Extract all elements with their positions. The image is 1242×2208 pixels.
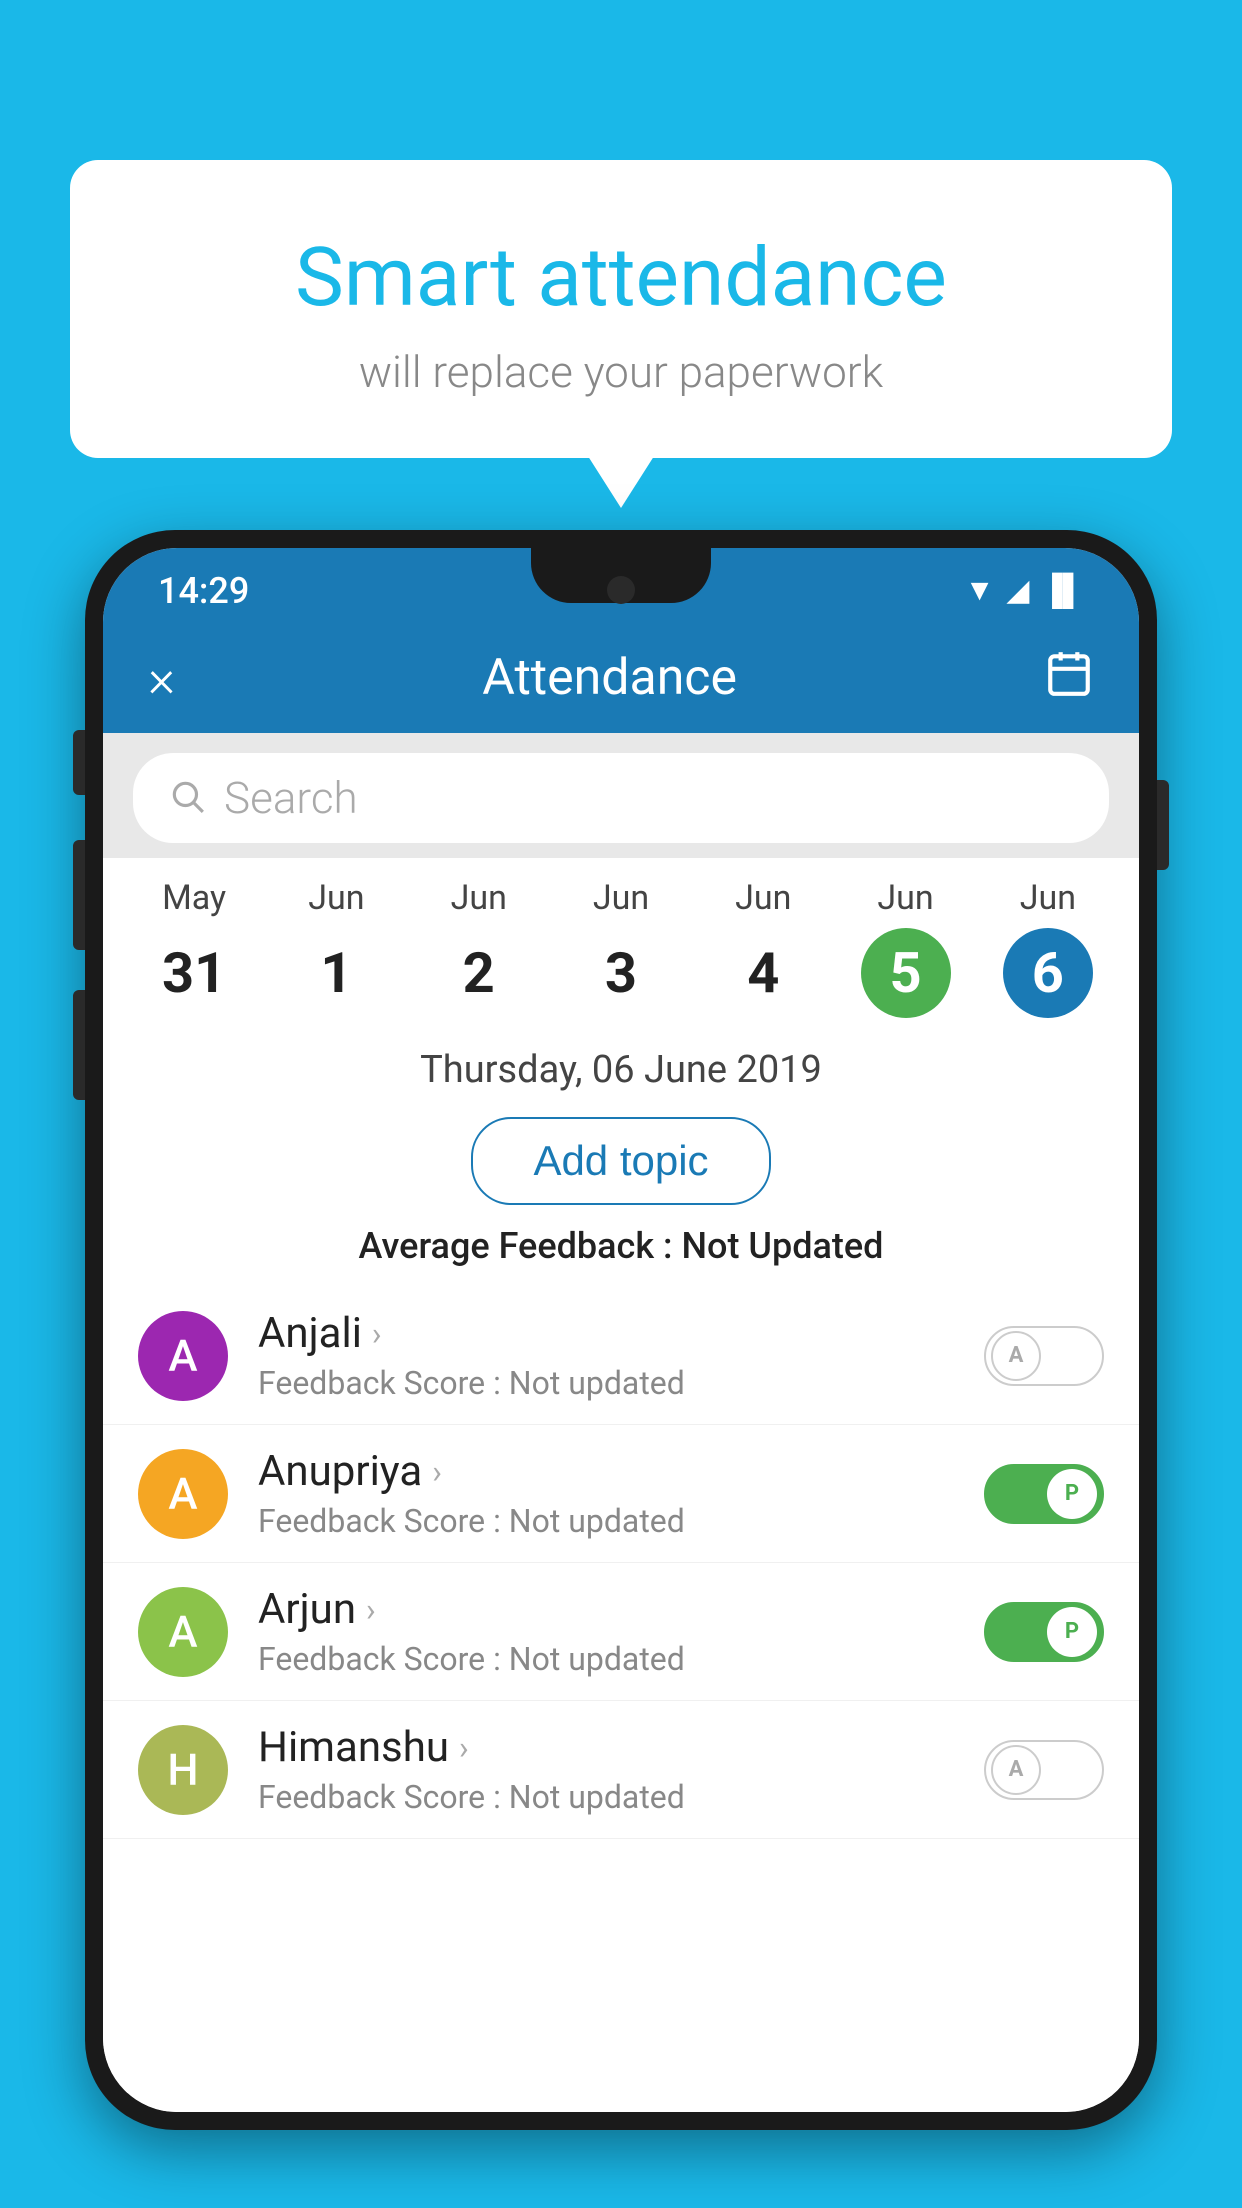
- search-placeholder: Search: [224, 772, 358, 824]
- avg-feedback-value: Not Updated: [682, 1225, 884, 1267]
- student-name: Anupriya ›: [258, 1447, 954, 1496]
- cal-date-label: 6: [1003, 928, 1093, 1018]
- student-info: Anupriya › Feedback Score : Not updated: [258, 1447, 954, 1540]
- cal-month-label: Jun: [877, 878, 933, 918]
- toggle-knob: P: [1047, 1469, 1097, 1519]
- phone-container: 14:29 ▼ ◢ ▐▌ × Attendance: [85, 530, 1157, 2208]
- student-name: Arjun ›: [258, 1585, 954, 1634]
- add-topic-container: Add topic: [103, 1102, 1139, 1225]
- toggle-switch[interactable]: A: [984, 1326, 1104, 1386]
- battery-icon: ▐▌: [1041, 573, 1084, 608]
- student-info: Anjali › Feedback Score : Not updated: [258, 1309, 954, 1402]
- phone-camera: [607, 576, 635, 604]
- header-title: Attendance: [482, 649, 737, 707]
- chevron-icon: ›: [432, 1453, 442, 1491]
- cal-date-label: 3: [576, 928, 666, 1018]
- toggle-switch[interactable]: P: [984, 1464, 1104, 1524]
- cal-month-label: Jun: [1020, 878, 1076, 918]
- attendance-toggle[interactable]: A: [984, 1740, 1104, 1800]
- search-bar[interactable]: Search: [133, 753, 1109, 843]
- toggle-knob: P: [1047, 1607, 1097, 1657]
- cal-month-label: May: [162, 878, 226, 918]
- student-info: Arjun › Feedback Score : Not updated: [258, 1585, 954, 1678]
- feedback-score: Feedback Score : Not updated: [258, 1778, 954, 1816]
- calendar-day[interactable]: Jun 4: [692, 878, 834, 1018]
- selected-date: Thursday, 06 June 2019: [103, 1028, 1139, 1102]
- status-time: 14:29: [158, 570, 249, 612]
- student-avatar: H: [138, 1725, 228, 1815]
- calendar-strip: May 31 Jun 1 Jun 2 Jun 3 Jun 4 Jun 5 Jun 6: [103, 858, 1139, 1028]
- cal-date-label: 2: [434, 928, 524, 1018]
- calendar-day[interactable]: Jun 6: [977, 878, 1119, 1018]
- average-feedback: Average Feedback : Not Updated: [103, 1225, 1139, 1287]
- calendar-icon[interactable]: [1044, 648, 1094, 709]
- student-avatar: A: [138, 1587, 228, 1677]
- feedback-score: Feedback Score : Not updated: [258, 1502, 954, 1540]
- toggle-switch[interactable]: A: [984, 1740, 1104, 1800]
- speech-bubble: Smart attendance will replace your paper…: [70, 160, 1172, 458]
- attendance-toggle[interactable]: A: [984, 1326, 1104, 1386]
- phone-notch: [531, 548, 711, 603]
- attendance-toggle[interactable]: P: [984, 1464, 1104, 1524]
- cal-date-label: 31: [149, 928, 239, 1018]
- bubble-subtitle: will replace your paperwork: [150, 346, 1092, 398]
- student-avatar: A: [138, 1449, 228, 1539]
- phone-screen: 14:29 ▼ ◢ ▐▌ × Attendance: [103, 548, 1139, 2112]
- cal-month-label: Jun: [735, 878, 791, 918]
- status-icons: ▼ ◢ ▐▌: [965, 573, 1084, 608]
- calendar-day[interactable]: Jun 2: [408, 878, 550, 1018]
- cal-date-label: 4: [718, 928, 808, 1018]
- phone-frame: 14:29 ▼ ◢ ▐▌ × Attendance: [85, 530, 1157, 2130]
- toggle-knob: A: [991, 1331, 1041, 1381]
- student-item[interactable]: A Anupriya › Feedback Score : Not updated P: [103, 1425, 1139, 1563]
- speech-bubble-container: Smart attendance will replace your paper…: [70, 160, 1172, 458]
- student-item[interactable]: A Anjali › Feedback Score : Not updated A: [103, 1287, 1139, 1425]
- calendar-day[interactable]: Jun 1: [265, 878, 407, 1018]
- calendar-day[interactable]: Jun 3: [550, 878, 692, 1018]
- calendar-day[interactable]: Jun 5: [834, 878, 976, 1018]
- cal-month-label: Jun: [451, 878, 507, 918]
- attendance-toggle[interactable]: P: [984, 1602, 1104, 1662]
- phone-btn-right: [1157, 780, 1169, 870]
- search-icon: [168, 777, 206, 819]
- cal-date-label: 5: [861, 928, 951, 1018]
- add-topic-button[interactable]: Add topic: [471, 1117, 770, 1205]
- student-item[interactable]: A Arjun › Feedback Score : Not updated P: [103, 1563, 1139, 1701]
- student-info: Himanshu › Feedback Score : Not updated: [258, 1723, 954, 1816]
- feedback-score: Feedback Score : Not updated: [258, 1640, 954, 1678]
- toggle-switch[interactable]: P: [984, 1602, 1104, 1662]
- cal-date-label: 1: [291, 928, 381, 1018]
- avg-feedback-prefix: Average Feedback :: [359, 1225, 682, 1267]
- content-area: Search May 31 Jun 1 Jun 2 Jun 3 Jun 4 Jun 5 Jun 6 Thu…: [103, 733, 1139, 2112]
- close-button[interactable]: ×: [148, 648, 175, 709]
- student-name: Himanshu ›: [258, 1723, 954, 1772]
- phone-btn-left1: [73, 730, 85, 795]
- search-bar-container: Search: [103, 733, 1139, 858]
- bubble-title: Smart attendance: [150, 230, 1092, 326]
- student-list: AAnjali ›Feedback Score : Not updatedAAA…: [103, 1287, 1139, 2112]
- student-name: Anjali ›: [258, 1309, 954, 1358]
- cal-month-label: Jun: [593, 878, 649, 918]
- wifi-icon: ▼: [965, 573, 995, 608]
- feedback-score: Feedback Score : Not updated: [258, 1364, 954, 1402]
- chevron-icon: ›: [372, 1315, 382, 1353]
- student-avatar: A: [138, 1311, 228, 1401]
- app-header: × Attendance: [103, 623, 1139, 733]
- toggle-knob: A: [991, 1745, 1041, 1795]
- chevron-icon: ›: [459, 1729, 469, 1767]
- student-item[interactable]: H Himanshu › Feedback Score : Not updated A: [103, 1701, 1139, 1839]
- phone-btn-left2: [73, 840, 85, 950]
- cal-month-label: Jun: [308, 878, 364, 918]
- signal-icon: ◢: [1006, 573, 1029, 608]
- phone-btn-left3: [73, 990, 85, 1100]
- calendar-day[interactable]: May 31: [123, 878, 265, 1018]
- chevron-icon: ›: [366, 1591, 376, 1629]
